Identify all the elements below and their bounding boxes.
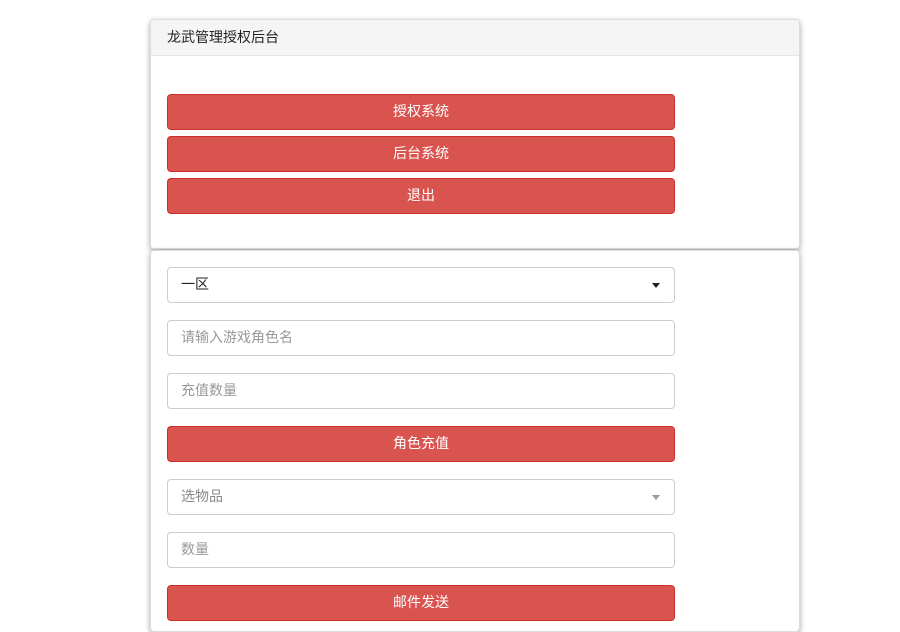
server-select-value: 一区 (181, 277, 209, 293)
character-recharge-button[interactable]: 角色充值 (167, 426, 675, 462)
page-title: 龙武管理授权后台 (167, 30, 279, 46)
item-select[interactable]: 选物品 (167, 479, 675, 515)
backend-system-button[interactable]: 后台系统 (167, 136, 675, 172)
recharge-amount-input[interactable] (167, 373, 675, 409)
logout-button[interactable]: 退出 (167, 178, 675, 214)
recharge-panel: 一区 角色充值 选物品 邮件发送 (150, 250, 800, 632)
item-quantity-input[interactable] (167, 532, 675, 568)
send-mail-button[interactable]: 邮件发送 (167, 585, 675, 621)
auth-system-button[interactable]: 授权系统 (167, 94, 675, 130)
item-select-placeholder: 选物品 (181, 489, 223, 505)
menu-panel: 龙武管理授权后台 授权系统 后台系统 退出 (150, 19, 800, 249)
character-name-input[interactable] (167, 320, 675, 356)
server-select[interactable]: 一区 (167, 267, 675, 303)
panel-heading: 龙武管理授权后台 (151, 20, 799, 56)
caret-down-icon (652, 495, 660, 500)
caret-down-icon (652, 283, 660, 288)
